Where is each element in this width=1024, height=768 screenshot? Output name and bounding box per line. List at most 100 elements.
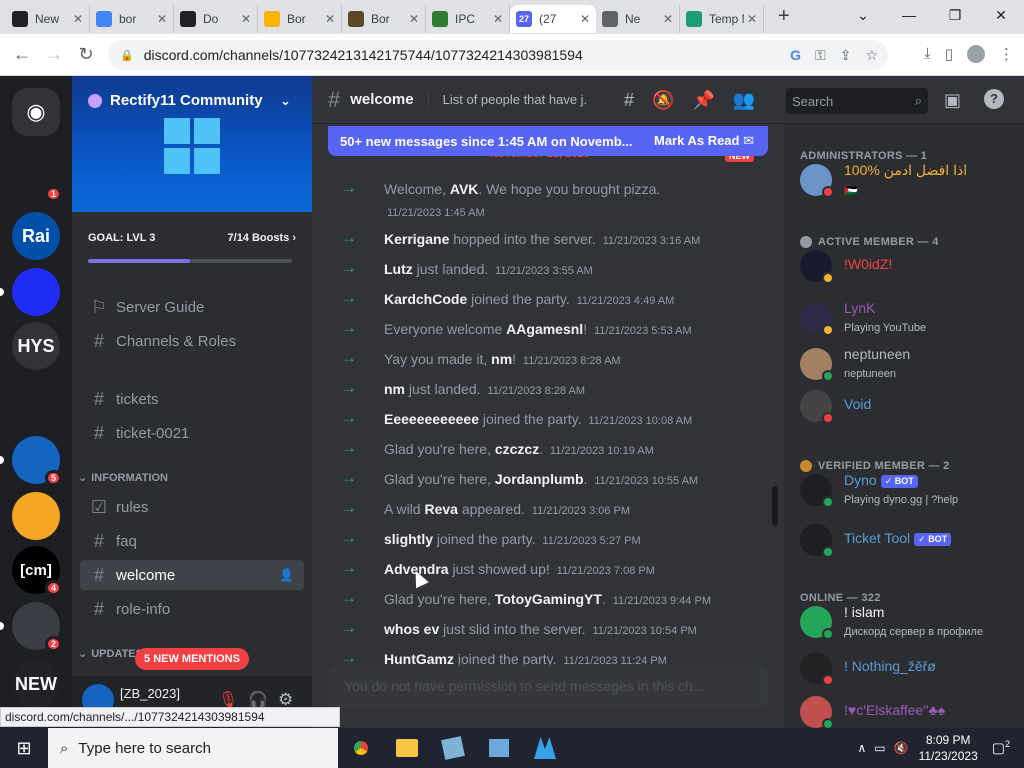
close-window-button[interactable]: ✕ [978,0,1024,30]
tray-chevron-icon[interactable]: ∧ [857,741,866,755]
member-item[interactable]: ! Nothing_žěřø [800,646,1024,690]
key-icon[interactable]: ⚿ [815,47,826,64]
google-lens-icon[interactable]: G [790,47,801,64]
member-item[interactable]: Dyno ✓ BOT Playing dyno.gg | ?help [800,468,1024,512]
close-tab-icon[interactable]: ✕ [747,12,757,26]
notification-center-icon[interactable]: ▢2 [992,739,1010,757]
bookmark-star-icon[interactable]: ☆ [865,47,878,64]
browser-tab[interactable]: New ✕ [6,5,90,33]
help-icon[interactable]: ? [984,89,1004,109]
username[interactable]: Eeeeeeeeeeee [384,411,479,427]
username[interactable]: TotoyGamingYT [495,591,602,607]
cat-icon[interactable]: 2 [12,602,62,652]
member-item[interactable]: 100% اذا افضل ادمن 🇵🇸 [800,158,1024,202]
inbox-icon[interactable]: ▣ [944,90,961,111]
server-header[interactable]: Rectify11 Community ⌄ [88,92,291,109]
invite-member-icon[interactable]: 👤 [279,568,294,582]
anime-icon[interactable] [12,492,60,540]
volume-icon[interactable]: 🔇 [894,741,909,755]
address-bar[interactable]: 🔒 discord.com/channels/10773242131421757… [108,40,888,70]
browser-tab[interactable]: IPC ✕ [426,5,510,33]
new-mentions-pill[interactable]: 5 NEW MENTIONS [135,648,249,670]
lock-icon[interactable]: 🔒 [120,49,134,62]
username[interactable]: czczcz [495,441,539,457]
threads-icon[interactable]: # [624,90,634,111]
category-updates[interactable]: ⌄ UPDATES [78,647,143,661]
close-tab-icon[interactable]: ✕ [325,12,335,26]
username[interactable]: nm [384,381,405,397]
browser-tab[interactable]: Do ✕ [174,5,258,33]
channel-channels-roles[interactable]: # Channels & Roles [80,326,304,356]
discord-home-icon[interactable]: ◉ [12,88,60,136]
close-tab-icon[interactable]: ✕ [663,12,673,26]
channel-topic[interactable]: List of people that have j... [427,92,588,107]
close-tab-icon[interactable]: ✕ [157,12,167,26]
forward-button[interactable]: → [38,44,70,65]
taskbar-search-input[interactable]: ⌕ Type here to search [48,728,338,768]
tab-search-icon[interactable]: ⌄ [840,0,886,30]
close-tab-icon[interactable]: ✕ [409,12,419,26]
chat-scrollbar[interactable] [772,486,778,526]
visual-studio-icon[interactable] [522,728,568,768]
member-item[interactable]: Void [800,384,1024,428]
minimize-button[interactable]: — [886,0,932,30]
username[interactable]: Jordanplumb [495,471,584,487]
rai-icon[interactable]: Rai [12,212,60,260]
username[interactable]: KardchCode [384,291,467,307]
chrome-icon[interactable] [338,728,384,768]
channel-tickets[interactable]: # tickets [80,384,304,414]
channel-server-guide[interactable]: ⚐ Server Guide [80,292,304,322]
username[interactable]: Lutz [384,261,413,277]
side-panel-icon[interactable]: ▯ [945,45,953,63]
rectify-icon[interactable]: 5 [12,436,62,486]
member-list-icon[interactable]: 👥 [733,90,755,111]
username[interactable]: AVK [450,181,479,197]
network-icon[interactable]: ▭ [874,741,885,755]
category-information[interactable]: ⌄ INFORMATION [78,471,168,485]
channel-welcome[interactable]: # welcome 👤 [80,560,304,590]
member-item[interactable]: neptuneen neptuneen [800,342,1024,386]
member-item[interactable]: Ticket Tool ✓ BOT [800,518,1024,562]
channel-role-info[interactable]: # role-info [80,594,304,624]
browser-tab[interactable]: Ne ✕ [596,5,680,33]
restore-button[interactable]: ❐ [932,0,978,30]
boost-goal[interactable]: GOAL: LVL 3 7/14 Boosts › [88,232,296,244]
browser-tab[interactable]: Temp M✕ [680,5,764,33]
new-tab-button[interactable]: + [778,5,790,28]
close-tab-icon[interactable]: ✕ [241,12,251,26]
share-icon[interactable]: ⇪ [840,47,852,64]
username[interactable]: AAgamesnl [506,321,583,337]
paint-icon[interactable] [476,728,522,768]
channel-ticket-0021[interactable]: # ticket-0021 [80,418,304,448]
username[interactable]: Reva [424,501,457,517]
browser-tab[interactable]: Bor ✕ [342,5,426,33]
username[interactable]: nm [491,351,512,367]
turtle-icon[interactable]: 1 [12,152,62,202]
download-icon[interactable]: ⤓ [924,45,931,63]
new-server-icon[interactable]: NEW [12,660,60,708]
hys-icon[interactable]: HYS [12,322,60,370]
username[interactable]: whos ev [384,621,439,637]
username[interactable]: Kerrigane [384,231,449,247]
clock-date[interactable]: 11/23/2023 [919,748,978,764]
mark-as-read-button[interactable]: Mark As Read ✉ [654,133,754,149]
username[interactable]: slightly [384,531,433,547]
windows-start-icon[interactable]: ⊞ [0,728,48,768]
member-item[interactable]: !W0idZ! [800,244,1024,288]
member-item[interactable]: !♥c'Elskaffee''♣♠ [800,690,1024,728]
blue-circle-icon[interactable] [12,268,60,316]
search-input[interactable]: Search ⌕ [786,88,928,114]
back-button[interactable]: ← [6,44,38,65]
member-item[interactable]: LynK Playing YouTube [800,296,1024,340]
reload-button[interactable]: ↻ [70,44,102,65]
pin-icon[interactable]: 📌 [692,90,714,111]
fish-icon[interactable] [12,384,60,432]
notification-bell-icon[interactable]: 🔕 [652,90,674,111]
cm-icon[interactable]: [cm] 4 [12,546,62,596]
browser-tab[interactable]: Bor ✕ [258,5,342,33]
channel-rules[interactable]: ☑ rules [80,492,304,522]
clock-time[interactable]: 8:09 PM [919,732,978,748]
browser-menu-icon[interactable]: ⋮ [999,45,1014,63]
profile-avatar[interactable] [967,45,985,63]
app-icon[interactable] [430,728,476,768]
